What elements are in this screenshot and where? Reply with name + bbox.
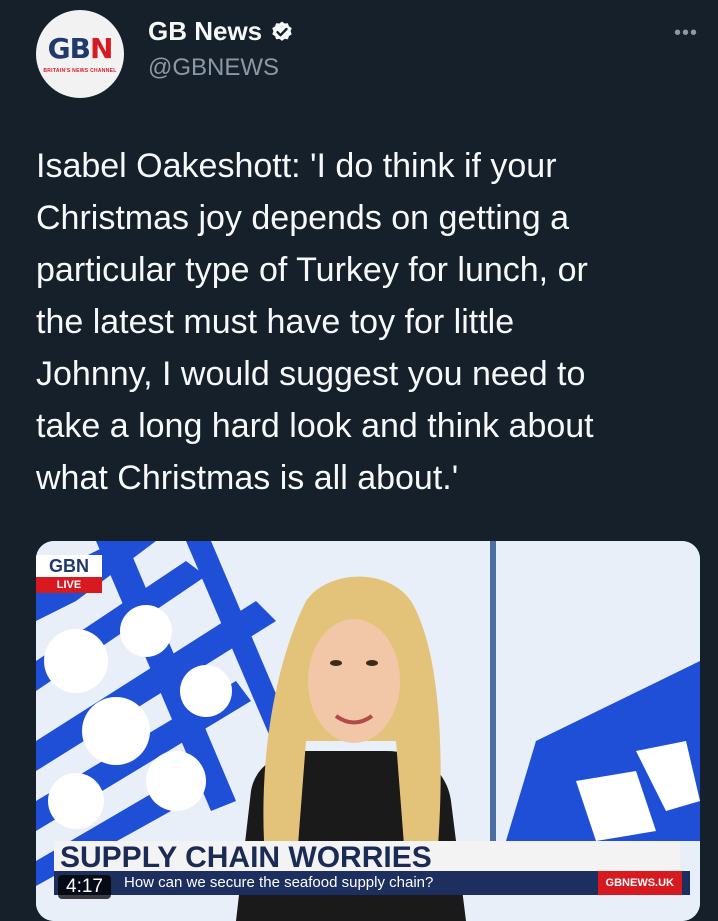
brand-tag: GBNEWS.UK	[597, 871, 682, 895]
ticker-text: How can we secure the seafood supply cha…	[124, 874, 434, 891]
avatar[interactable]: GBN BRITAIN'S NEWS CHANNEL	[36, 10, 124, 98]
tweet-text: Isabel Oakeshott: 'I do think if your Ch…	[36, 147, 594, 497]
tweet-header: GBN BRITAIN'S NEWS CHANNEL GB News @GBNE…	[0, 0, 718, 110]
avatar-logo: GBN	[36, 32, 124, 65]
video-duration: 4:17	[58, 875, 111, 899]
channel-logo: GBN LIVE	[36, 555, 102, 595]
headline-banner: SUPPLY CHAIN WORRIES	[54, 841, 680, 871]
avatar-logo-right: N	[89, 32, 113, 65]
avatar-logo-left: GB	[47, 32, 91, 65]
display-name-text: GB News	[148, 16, 263, 46]
live-badge: LIVE	[36, 577, 102, 593]
news-ticker: How can we secure the seafood supply cha…	[54, 871, 690, 895]
verified-badge-icon	[272, 21, 292, 41]
display-name[interactable]: GB News	[148, 16, 294, 47]
channel-logo-text: GBN	[36, 555, 102, 577]
avatar-tagline: BRITAIN'S NEWS CHANNEL	[43, 68, 117, 74]
account-handle[interactable]: @GBNEWS	[148, 54, 279, 82]
more-options-icon[interactable]: •••	[674, 22, 698, 45]
video-player[interactable]: GBN LIVE SUPPLY CHAIN WORRIES How can we…	[36, 541, 700, 921]
